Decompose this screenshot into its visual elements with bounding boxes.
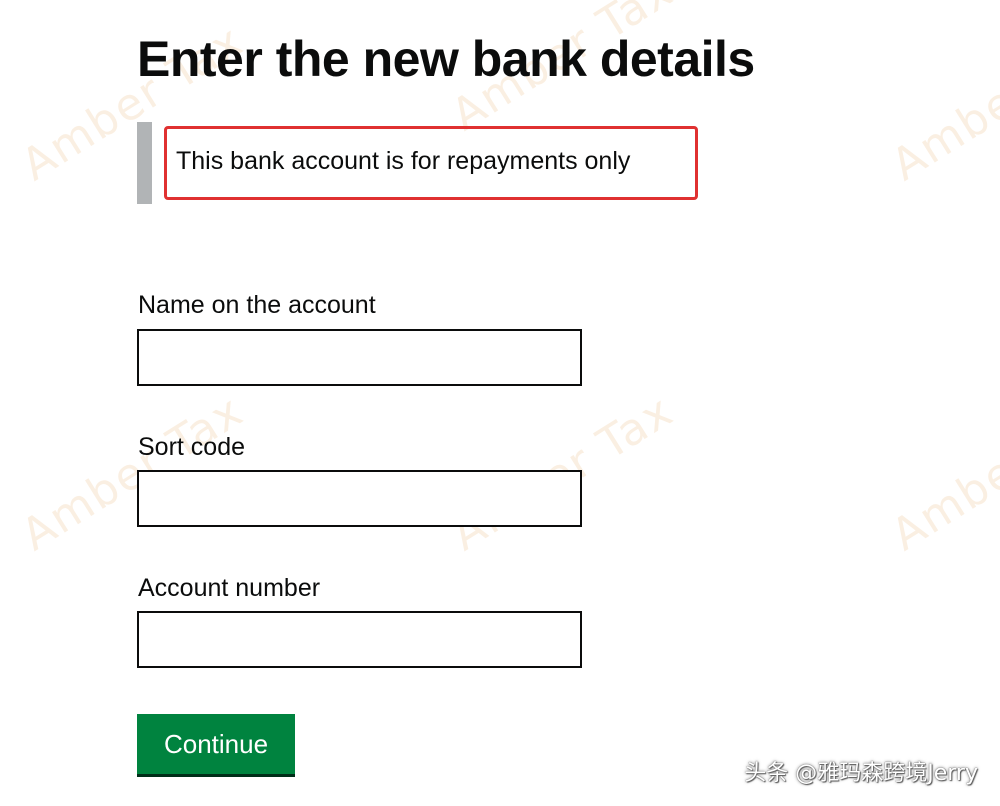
inset-message: This bank account is for repayments only (176, 147, 631, 175)
account-number-input[interactable] (137, 611, 582, 668)
sort-code-label: Sort code (138, 433, 246, 461)
continue-button[interactable]: Continue (137, 714, 295, 774)
name-on-account-label: Name on the account (138, 291, 376, 319)
sort-code-input[interactable] (137, 470, 582, 527)
page-title: Enter the new bank details (137, 31, 755, 87)
watermark-text: Amber Tax (882, 385, 1000, 561)
name-on-account-input[interactable] (137, 329, 582, 386)
source-credit: 头条 @雅玛森跨境Jerry (744, 761, 978, 786)
watermark-text: Amber Tax (882, 15, 1000, 191)
inset-text: This bank account is for repayments only (137, 122, 703, 204)
account-number-label: Account number (138, 574, 321, 602)
inset-border (137, 122, 152, 204)
